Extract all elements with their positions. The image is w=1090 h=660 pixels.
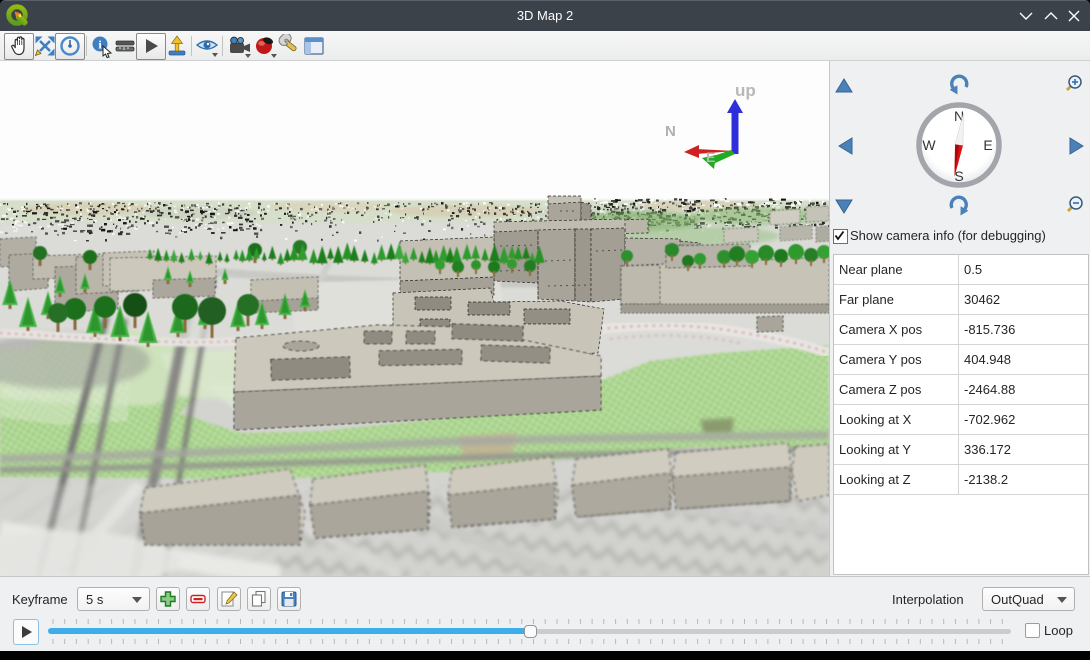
svg-text:E: E: [983, 137, 992, 153]
svg-text:E: E: [706, 149, 715, 165]
svg-text:N: N: [665, 123, 676, 140]
svg-text:W: W: [922, 137, 936, 153]
svg-text:up: up: [735, 81, 756, 100]
